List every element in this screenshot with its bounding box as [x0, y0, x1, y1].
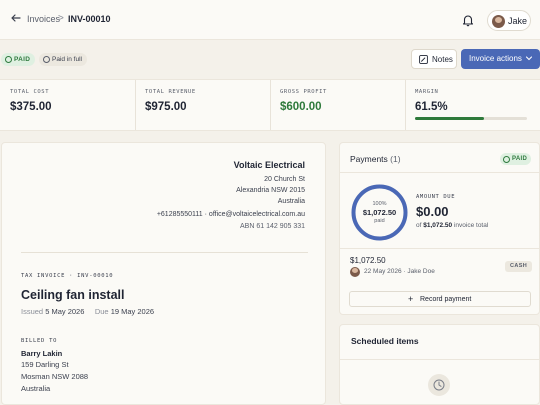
stat-value: 61.5% [415, 101, 448, 113]
company-address-line: Australia [277, 198, 305, 205]
stat-value: $600.00 [280, 101, 322, 113]
billed-to-address-line: 159 Darling St [21, 360, 69, 369]
amount-due-label: AMOUNT DUE [416, 194, 456, 200]
stat-total-revenue: Total revenue $975.00 [135, 80, 270, 130]
plus-icon: + [408, 294, 414, 304]
breadcrumb-invoices-link[interactable]: Invoices [27, 14, 60, 24]
notes-label: Notes [432, 55, 453, 64]
billed-to-name: Barry Lakin [21, 349, 63, 358]
stat-total-cost: Total cost $375.00 [0, 80, 135, 130]
company-name: Voltaic Electrical [233, 160, 305, 170]
stat-value: $975.00 [145, 101, 187, 113]
avatar [350, 267, 360, 277]
payments-paid-label: PAID [512, 156, 528, 162]
paid-in-full-badge: Paid in full [39, 53, 87, 66]
user-menu-button[interactable]: Jake [487, 10, 531, 31]
payments-title-label: Payments [350, 154, 388, 164]
record-payment-label: Record payment [420, 295, 472, 303]
company-address-line: Alexandria NSW 2015 [236, 187, 305, 194]
payments-card: Payments (1) PAID 100% $1,072.50 paid AM… [339, 142, 540, 315]
invoice-kicker: TAX INVOICE · INV-00010 [21, 273, 114, 279]
invoice-title: Ceiling fan install [21, 288, 125, 302]
notifications-bell-icon[interactable] [461, 13, 475, 27]
amount-due-value: $0.00 [416, 204, 449, 219]
payments-title: Payments (1) [350, 154, 401, 164]
divider [340, 248, 539, 249]
ring-subtext: paid [374, 218, 385, 224]
of-prefix: of [416, 222, 422, 229]
due-label: Due [94, 307, 109, 316]
notes-button[interactable]: Notes [411, 49, 457, 69]
issued-label: Issued [21, 307, 44, 316]
note-icon [419, 55, 428, 64]
stat-margin: Margin 61.5% [405, 80, 540, 130]
margin-progress-bar [415, 117, 527, 120]
invoice-total: $1,072.50 [423, 222, 453, 229]
invoice-dates: Issued 5 May 2026 Due 19 May 2026 [21, 307, 154, 316]
top-bar: Invoices > INV-00010 Jake [0, 0, 540, 40]
divider [340, 359, 539, 360]
scheduled-items-title: Scheduled items [351, 336, 419, 346]
ring-percent: 100% [372, 201, 387, 207]
check-circle-icon [43, 56, 50, 63]
invoice-total-line: of $1,072.50 invoice total [416, 222, 488, 229]
avatar [492, 15, 505, 28]
paid-status-label: PAID [14, 56, 31, 63]
dollar-circle-icon [503, 155, 510, 163]
of-suffix: invoice total [453, 222, 489, 229]
record-payment-button[interactable]: + Record payment [349, 291, 531, 307]
user-name: Jake [508, 16, 528, 26]
stat-label: Margin [415, 89, 439, 95]
clock-icon [428, 374, 450, 396]
breadcrumb-separator-icon: > [58, 13, 64, 24]
chevron-down-icon [525, 54, 533, 64]
stat-value: $375.00 [10, 101, 52, 113]
dollar-circle-icon [5, 56, 12, 63]
back-arrow-icon[interactable] [8, 12, 24, 28]
billed-to-address-line: Mosman NSW 2088 [21, 372, 89, 381]
divider [340, 172, 539, 173]
payment-meta: 22 May 2026 · Jake Doe [364, 268, 435, 275]
payments-count: (1) [390, 154, 401, 164]
company-contact: +61285550111 · office@voltaicelectrical.… [156, 211, 305, 218]
paid-status-badge: PAID [1, 53, 36, 66]
document-divider [21, 252, 308, 253]
payment-method-badge: CASH [505, 261, 533, 272]
invoice-document: Voltaic Electrical 20 Church St Alexandr… [1, 142, 326, 405]
paid-in-full-label: Paid in full [52, 56, 82, 63]
billed-to-address-line: Australia [21, 384, 51, 393]
stats-strip: Total cost $375.00 Total revenue $975.00… [0, 79, 540, 131]
invoice-actions-button[interactable]: Invoice actions [461, 49, 540, 69]
invoice-actions-label: Invoice actions [469, 54, 522, 63]
margin-progress-fill [415, 117, 484, 120]
issued-date: 5 May 2026 [45, 307, 85, 316]
payment-amount: $1,072.50 [350, 256, 386, 265]
payments-paid-badge: PAID [500, 153, 532, 165]
stat-gross-profit: Gross profit $600.00 [270, 80, 405, 130]
stat-label: Total revenue [145, 89, 196, 95]
stat-label: Total cost [10, 89, 50, 95]
ring-amount: $1,072.50 [362, 208, 397, 217]
due-date: 19 May 2026 [110, 307, 155, 316]
breadcrumb-current: INV-00010 [68, 14, 111, 24]
billed-to-label: BILLED TO [21, 338, 58, 344]
stat-label: Gross profit [280, 89, 327, 95]
company-address-line: 20 Church St [264, 176, 305, 183]
company-abn: ABN 61 142 905 331 [240, 223, 305, 230]
scheduled-items-card: Scheduled items [339, 324, 540, 405]
